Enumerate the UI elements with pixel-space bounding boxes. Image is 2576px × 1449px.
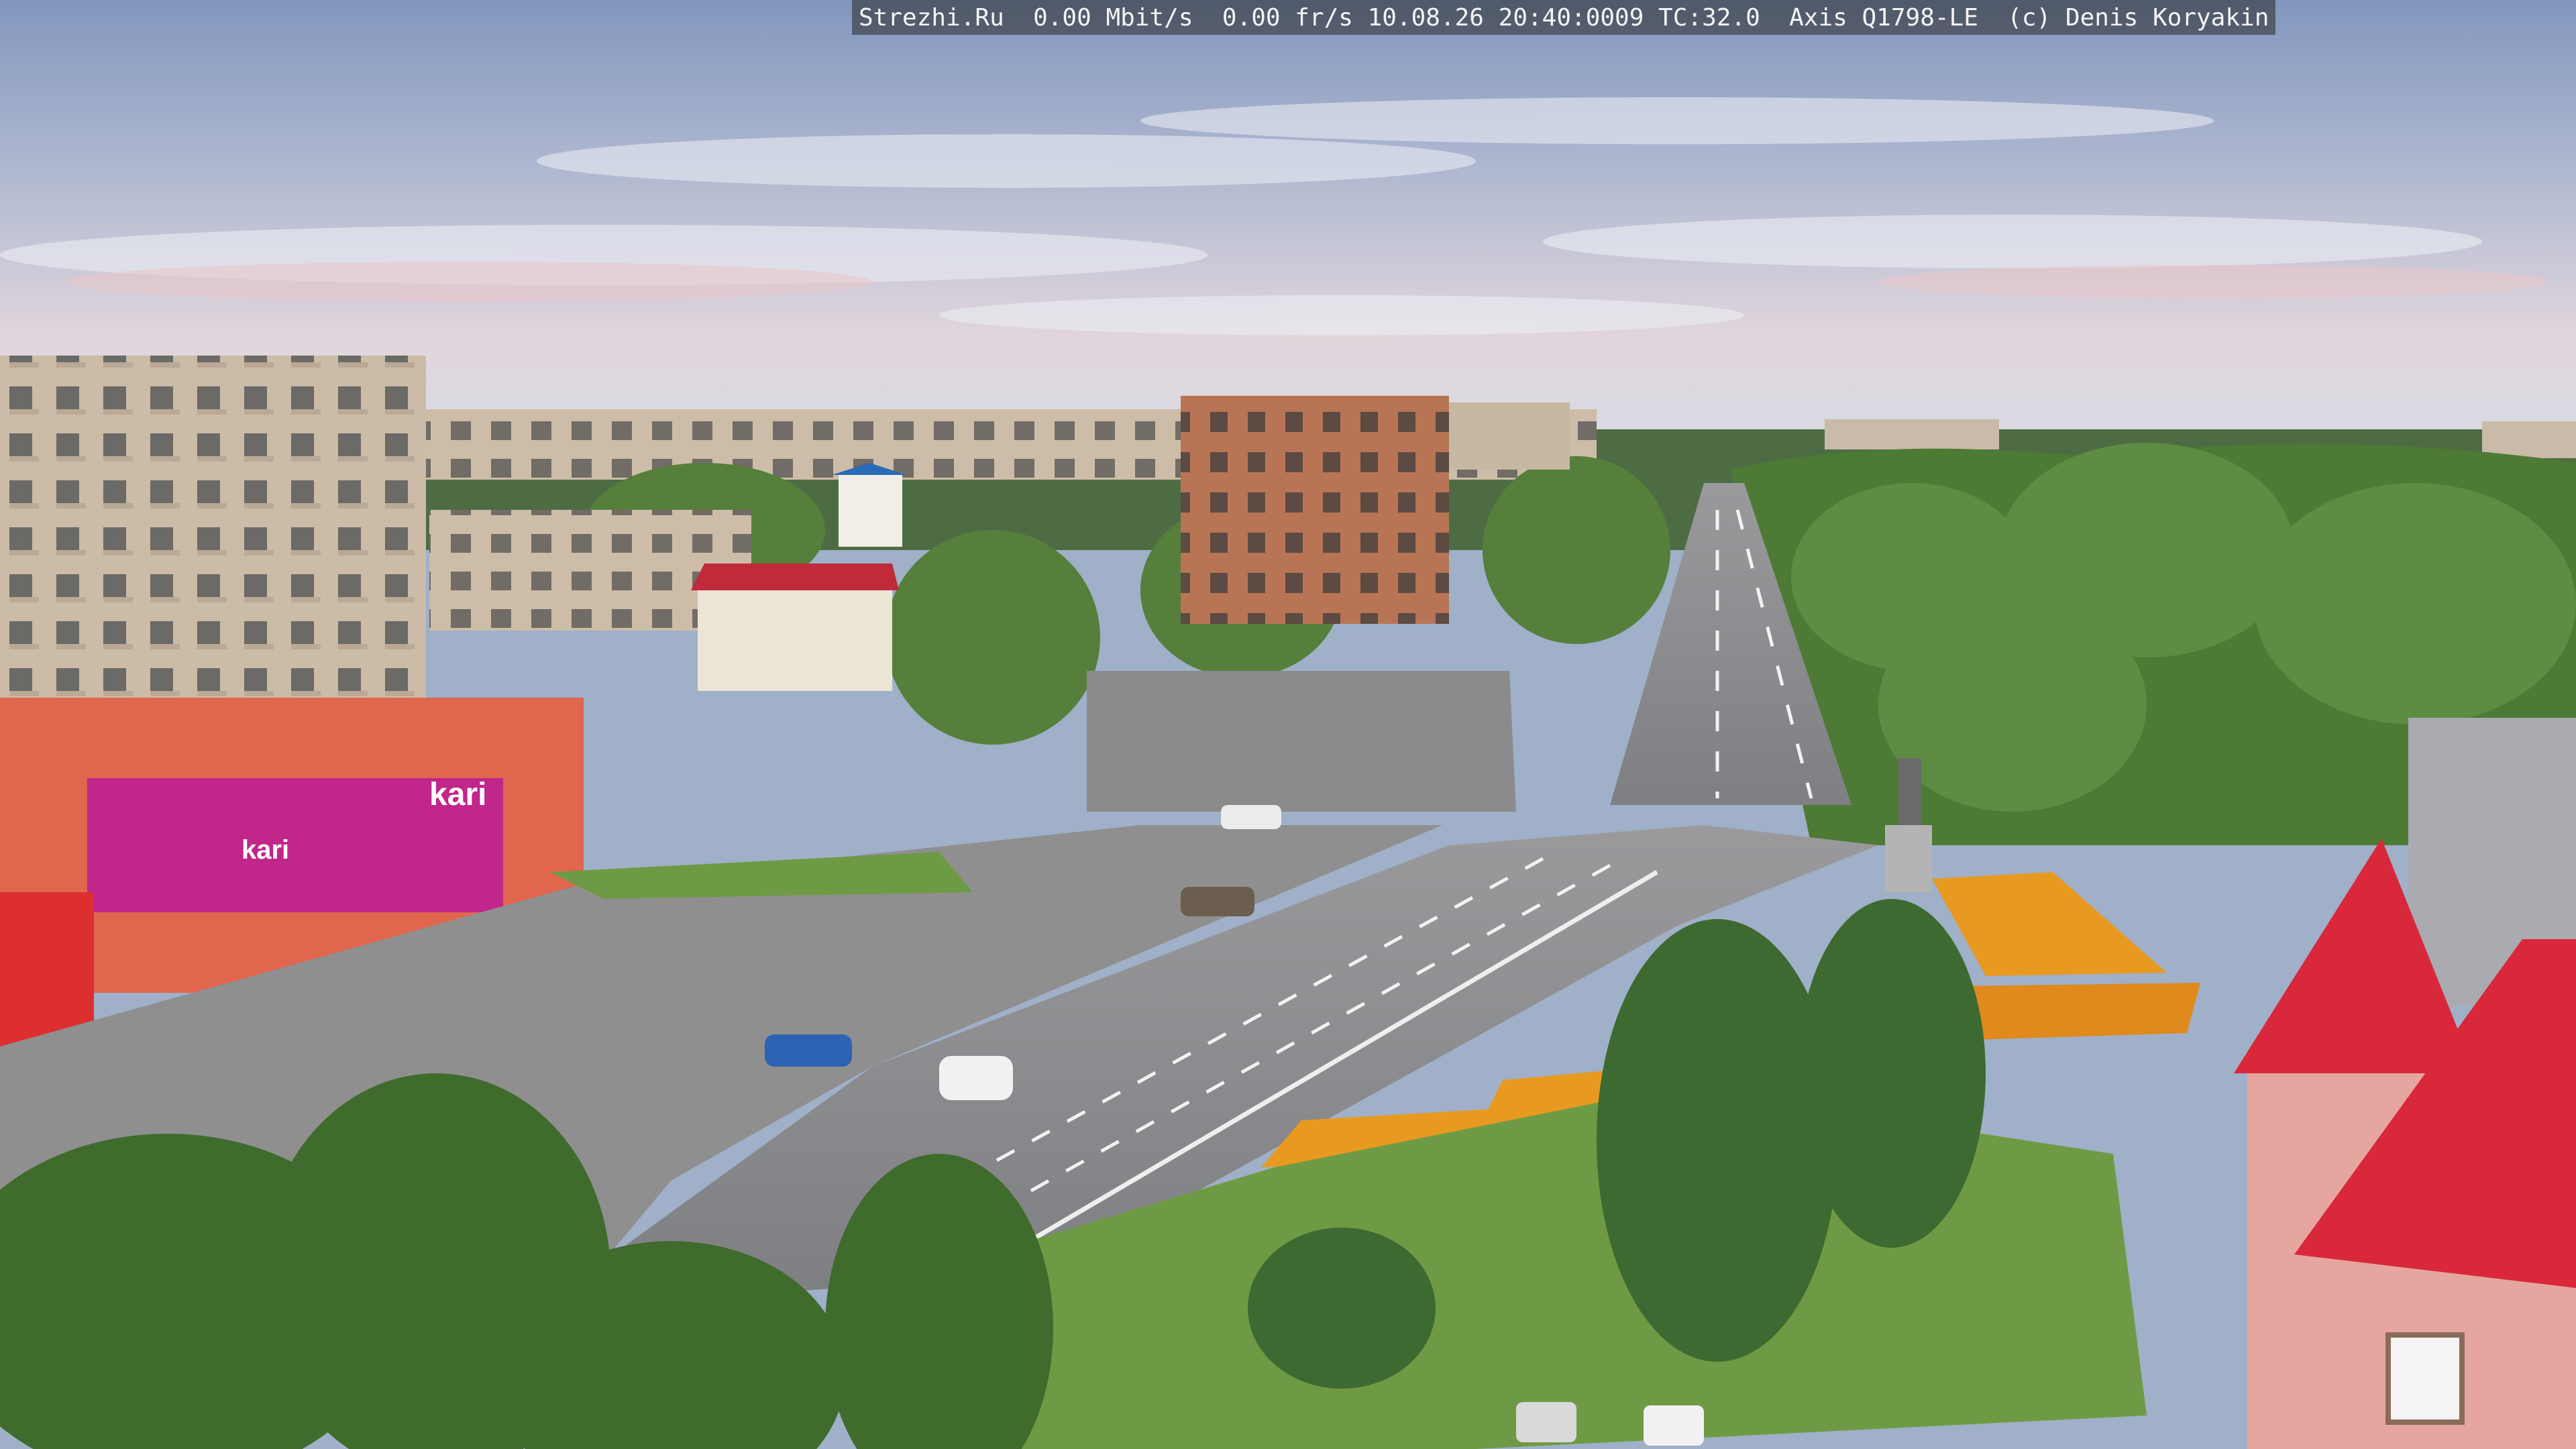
store-red-block: [0, 892, 94, 1046]
webcam-scene: kari kari: [0, 0, 2576, 1449]
far-building-edge: [2482, 421, 2576, 458]
camera-overlay-text: Strezhi.Ru 0.00 Mbit/s 0.00 fr/s 10.08.2…: [852, 0, 2276, 35]
parking-lot: [1087, 671, 1516, 812]
center-tower: [1181, 396, 1449, 624]
far-building-right: [1825, 419, 1999, 449]
blue-roof-tower: [839, 473, 902, 547]
red-roof-house: [698, 590, 892, 691]
monument-statue: [1898, 758, 1921, 825]
flower-bed-2: [1959, 983, 2200, 1040]
store-sign: kari: [429, 777, 486, 812]
center-tower-annex: [1449, 402, 1570, 470]
flower-bed-1: [1932, 872, 2167, 976]
monument-pedestal: [1885, 825, 1932, 892]
store-sign-secondary: kari: [241, 835, 289, 865]
lawn-left: [550, 852, 973, 899]
window-pink: [2385, 1332, 2465, 1425]
red-roof-house-roof: [691, 564, 899, 590]
